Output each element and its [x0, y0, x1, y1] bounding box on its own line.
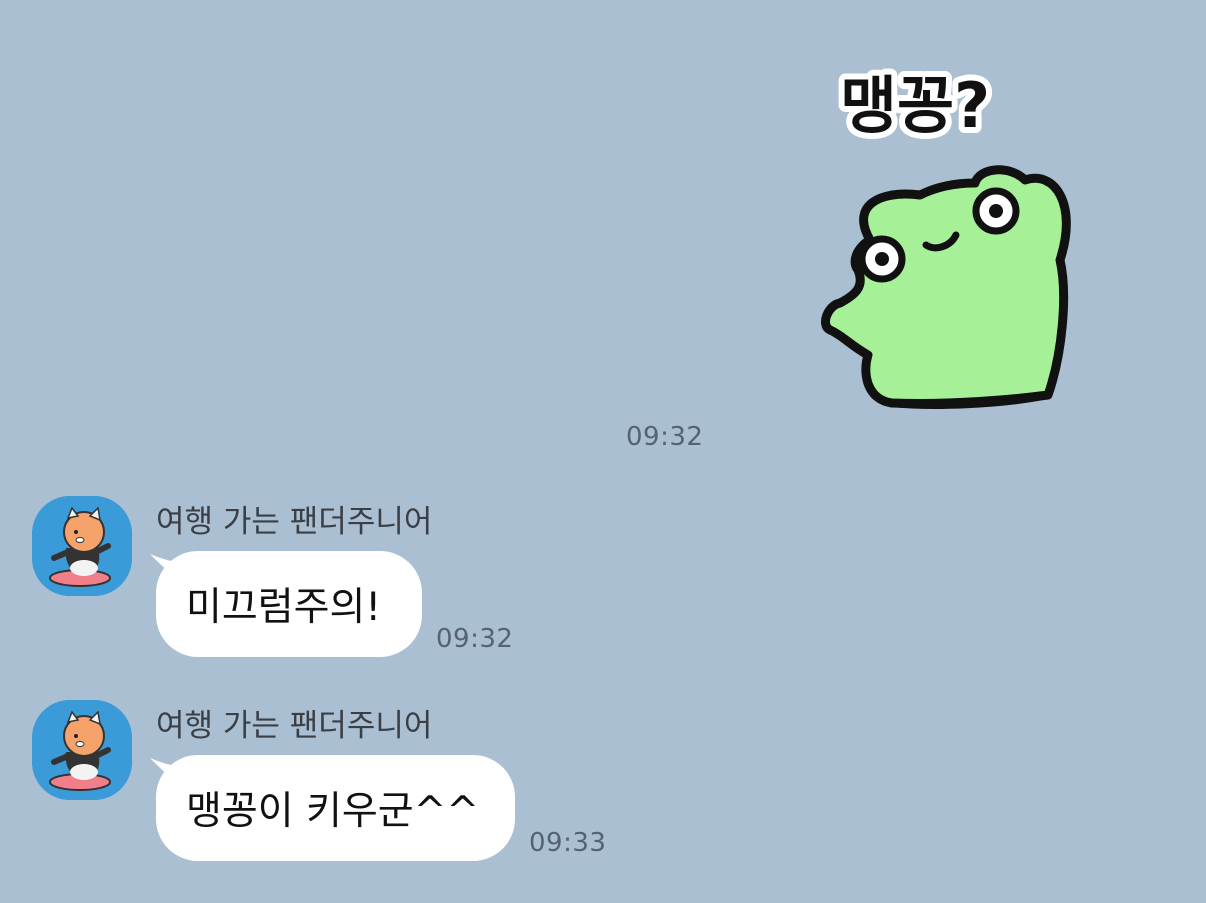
sender-name: 여행 가는 팬더주니어 [156, 708, 433, 744]
avatar-character-icon [32, 496, 132, 596]
message-bubble[interactable]: 미끄럼주의! [156, 551, 422, 657]
message-text: 미끄럼주의! [186, 585, 382, 630]
message-timestamp: 09:33 [529, 828, 607, 858]
frog-icon: 맹꽁? 맹꽁? [821, 63, 1071, 409]
chat-room: 맹꽁? 맹꽁? 09:32 여행 가는 팬더주니어 미끄럼주의! 09:32 여… [0, 0, 1206, 903]
frog-sticker[interactable]: 맹꽁? 맹꽁? [810, 55, 1090, 415]
frog-right-pupil [989, 204, 1003, 218]
avatar-character-icon [32, 700, 132, 800]
sender-name: 여행 가는 팬더주니어 [156, 504, 433, 540]
avatar[interactable] [32, 700, 132, 800]
message-timestamp: 09:32 [436, 624, 514, 654]
avatar[interactable] [32, 496, 132, 596]
sticker-caption: 맹꽁? [840, 69, 990, 142]
frog-body [821, 165, 1071, 408]
message-bubble[interactable]: 맹꽁이 키우군^^ [156, 755, 515, 861]
sticker-timestamp: 09:32 [626, 422, 704, 452]
frog-left-pupil [875, 252, 889, 266]
message-text: 맹꽁이 키우군^^ [186, 789, 480, 834]
